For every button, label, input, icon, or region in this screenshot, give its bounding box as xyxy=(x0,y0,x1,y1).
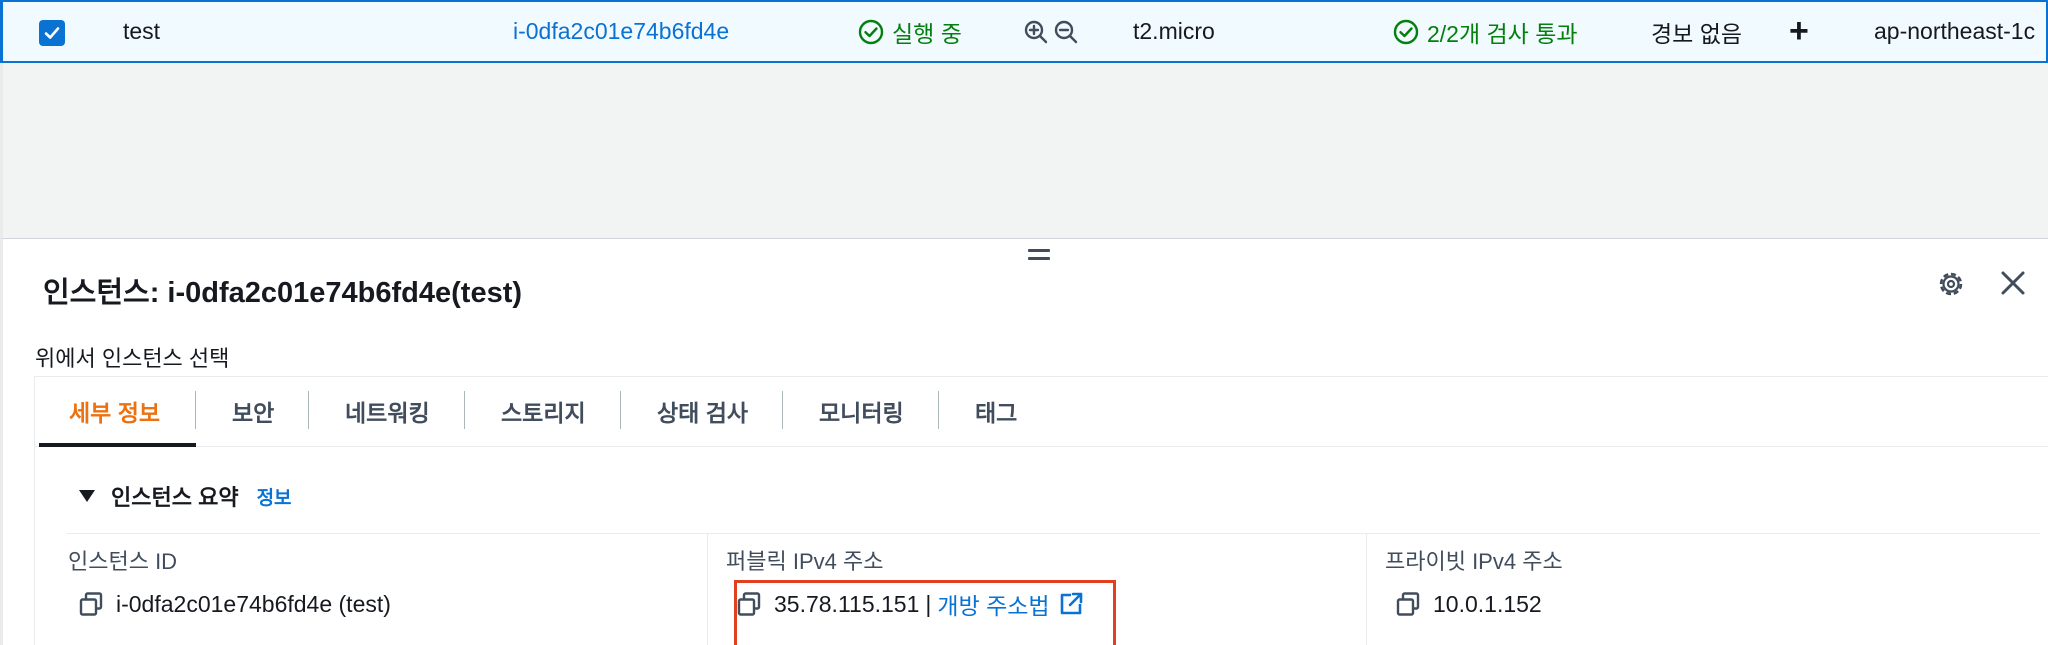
instance-id-link[interactable]: i-0dfa2c01e74b6fd4e xyxy=(513,2,729,61)
resize-handle[interactable] xyxy=(1028,249,1050,265)
tab-separator xyxy=(308,391,309,429)
tab-separator xyxy=(620,391,621,429)
tab-bar: 세부 정보 보안 네트워킹 스토리지 상태 검사 모니터링 태그 xyxy=(35,377,2048,447)
private-ip-value: 10.0.1.152 xyxy=(1395,584,1542,624)
details-container: 세부 정보 보안 네트워킹 스토리지 상태 검사 모니터링 태그 인스턴스 요약… xyxy=(34,376,2048,645)
zoom-in-icon[interactable] xyxy=(1023,19,1049,45)
instance-state: 실행 중 xyxy=(858,2,962,61)
private-ip-text: 10.0.1.152 xyxy=(1433,590,1542,617)
split-panel: 인스턴스: i-0dfa2c01e74b6fd4e(test) 위에서 인스턴스… xyxy=(0,238,2048,645)
tab-networking[interactable]: 네트워킹 xyxy=(345,377,430,445)
column-divider xyxy=(707,533,708,645)
section-title: 인스턴스 요약 xyxy=(111,485,239,510)
instance-id-text: i-0dfa2c01e74b6fd4e (test) xyxy=(116,590,391,617)
panel-title: 인스턴스: i-0dfa2c01e74b6fd4e(test) xyxy=(43,277,523,309)
caret-down-icon xyxy=(79,490,95,502)
external-link-icon[interactable] xyxy=(1058,591,1084,617)
active-tab-indicator xyxy=(39,443,196,447)
gear-icon[interactable] xyxy=(1936,269,1966,299)
instance-summary-header[interactable]: 인스턴스 요약 정보 xyxy=(79,480,292,512)
alarm-status: 경보 없음 xyxy=(1651,20,1743,47)
status-check-label: 2/2개 검사 통과 xyxy=(1427,20,1578,47)
tab-monitoring[interactable]: 모니터링 xyxy=(819,377,904,445)
value-separator: | xyxy=(925,590,932,617)
instance-table-row[interactable]: test i-0dfa2c01e74b6fd4e 실행 중 t2.micro 2… xyxy=(0,0,2048,63)
tab-details[interactable]: 세부 정보 xyxy=(69,377,160,445)
tab-separator xyxy=(195,391,196,429)
public-ip-text: 35.78.115.151 xyxy=(774,590,920,617)
copy-icon[interactable] xyxy=(78,591,104,617)
tab-security[interactable]: 보안 xyxy=(232,377,274,445)
zoom-out-icon[interactable] xyxy=(1053,19,1079,45)
check-icon xyxy=(44,27,60,39)
instance-id-label: 인스턴스 ID xyxy=(68,549,178,574)
public-ip-label: 퍼블릭 IPv4 주소 xyxy=(726,549,884,574)
row-checkbox[interactable] xyxy=(39,20,65,46)
tab-separator xyxy=(464,391,465,429)
tab-tags[interactable]: 태그 xyxy=(975,377,1017,445)
zoom-controls xyxy=(1023,2,1079,61)
table-empty-area xyxy=(0,63,2048,238)
open-address-link[interactable]: 개방 주소법 xyxy=(937,587,1049,621)
close-icon[interactable] xyxy=(1999,269,2027,297)
instance-type: t2.micro xyxy=(1133,18,1215,44)
tab-status-checks[interactable]: 상태 검사 xyxy=(657,377,748,445)
add-alarm-button[interactable]: + xyxy=(1789,2,1809,61)
success-circle-icon xyxy=(858,19,884,44)
copy-icon[interactable] xyxy=(736,591,762,617)
tab-storage[interactable]: 스토리지 xyxy=(501,377,586,445)
copy-icon[interactable] xyxy=(1395,591,1421,617)
success-circle-icon xyxy=(1393,19,1419,44)
status-check[interactable]: 2/2개 검사 통과 xyxy=(1393,2,1578,61)
instance-name: test xyxy=(123,18,161,44)
private-ip-label: 프라이빗 IPv4 주소 xyxy=(1385,549,1563,574)
tab-separator xyxy=(938,391,939,429)
section-divider xyxy=(67,533,2040,534)
public-ip-value: 35.78.115.151 | 개방 주소법 xyxy=(736,584,1096,624)
instance-id-value: i-0dfa2c01e74b6fd4e (test) xyxy=(78,584,391,624)
info-link[interactable]: 정보 xyxy=(257,483,292,510)
instance-state-label: 실행 중 xyxy=(892,20,962,47)
tab-separator xyxy=(782,391,783,429)
panel-subtitle: 위에서 인스턴스 선택 xyxy=(35,346,230,371)
column-divider xyxy=(1366,533,1367,645)
availability-zone: ap-northeast-1c xyxy=(1874,18,2036,44)
